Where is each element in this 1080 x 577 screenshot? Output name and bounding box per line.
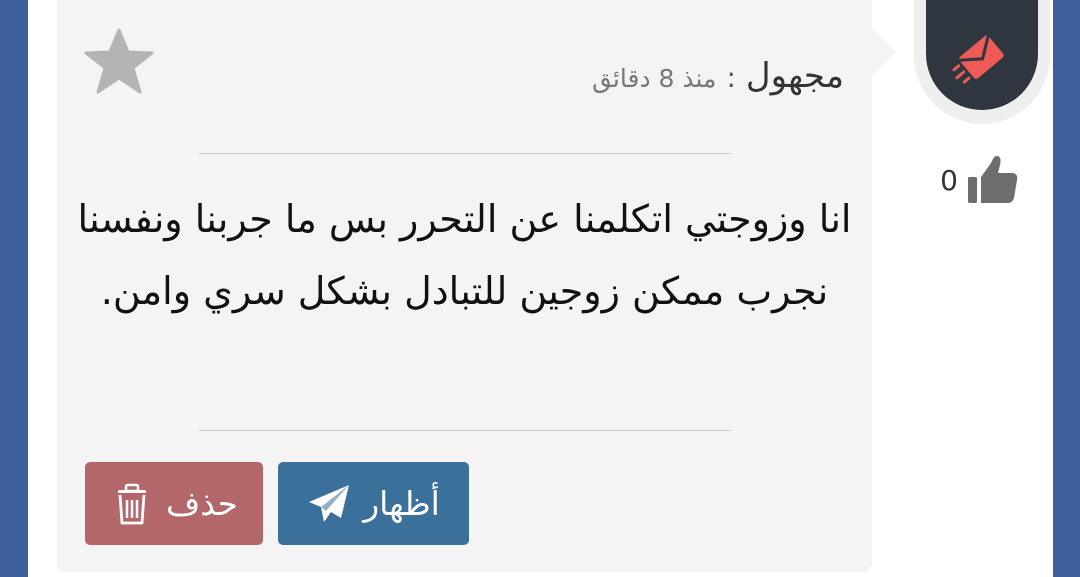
header-separator: : [726, 61, 736, 94]
paper-plane-icon [309, 484, 350, 522]
trash-icon [118, 483, 147, 524]
post-message: انا وزوجتي اتكلمنا عن التحرر بس ما جربنا… [77, 197, 852, 313]
author-name: مجهول [745, 56, 844, 96]
divider-bottom [199, 430, 731, 431]
star-icon [84, 28, 154, 94]
card-arrow [872, 28, 896, 76]
divider-top [199, 153, 731, 154]
post-header: مجهول : منذ 8 دقائق [592, 56, 844, 96]
post-time: منذ 8 دقائق [592, 64, 717, 93]
thumbs-up-icon[interactable] [966, 153, 1020, 207]
show-button[interactable]: أظهار [278, 462, 469, 545]
like-widget: 0 [938, 150, 1028, 210]
avatar[interactable] [926, 0, 1038, 110]
envelope-rocket-icon [952, 35, 1004, 84]
post-card: مجهول : منذ 8 دقائق انا وزوجتي اتكلمنا ع… [57, 0, 872, 572]
like-count: 0 [940, 163, 958, 197]
delete-button[interactable]: حذف [85, 462, 263, 545]
delete-button-label: حذف [166, 484, 238, 523]
show-button-label: أظهار [363, 484, 440, 523]
favorite-star[interactable] [83, 26, 155, 98]
